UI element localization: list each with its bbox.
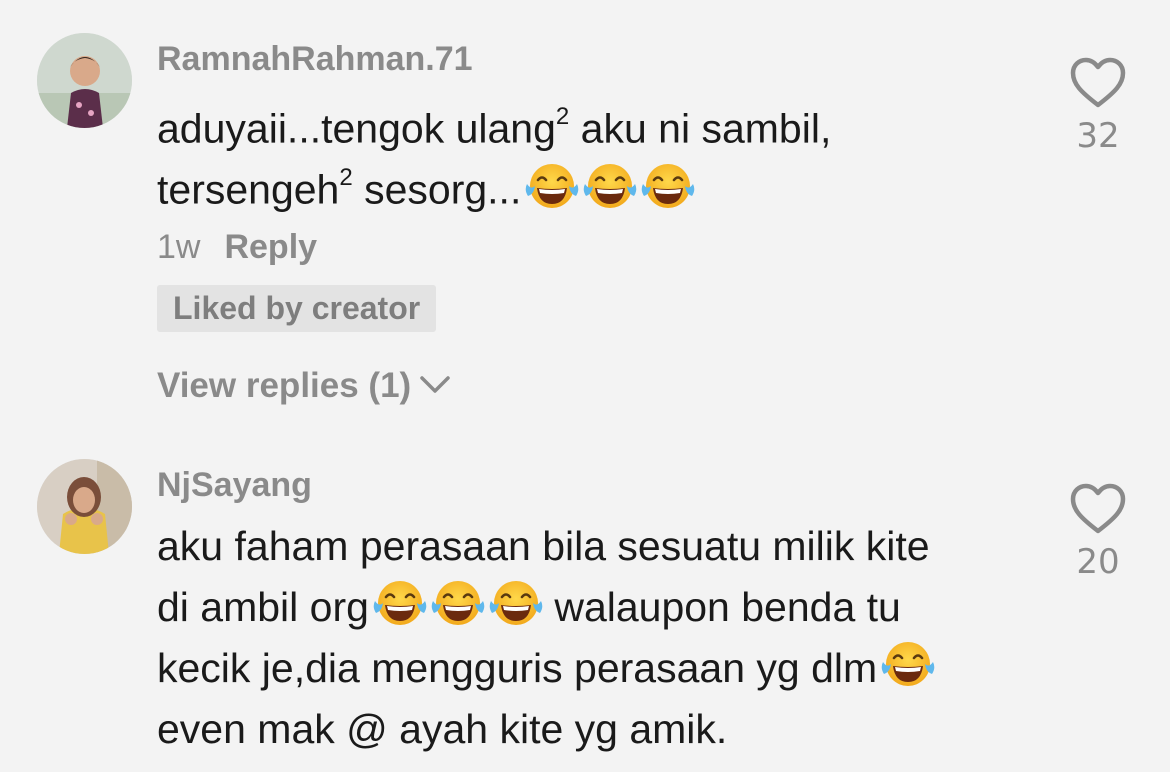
superscript: 2	[555, 103, 570, 130]
comment-line: tersengeh2 sesorg...	[157, 151, 1017, 214]
like-control[interactable]: 20	[1066, 482, 1130, 582]
face-with-tears-of-joy-emoji	[583, 160, 637, 214]
comment-time: 1w	[157, 228, 201, 266]
comment-line-text: aku ni sambil,	[569, 105, 832, 152]
like-control[interactable]: 32	[1066, 56, 1130, 156]
comment-text: aduyaii...tengok ulang2 aku ni sambil, t…	[157, 90, 1017, 214]
comment-username[interactable]: RamnahRahman.71	[157, 40, 473, 79]
comment-line-text: aku faham perasaan bila sesuatu milik ki…	[157, 523, 930, 569]
chevron-down-icon	[420, 376, 450, 393]
avatar[interactable]	[37, 459, 132, 554]
comment-line: kecik je,dia mengguris perasaan yg dlm	[157, 638, 1017, 699]
liked-by-creator-badge: Liked by creator	[157, 285, 437, 332]
face-with-tears-of-joy-emoji	[525, 160, 579, 214]
face-with-tears-of-joy-emoji	[489, 577, 543, 631]
heart-outline-icon[interactable]	[1069, 56, 1127, 110]
like-count: 20	[1076, 542, 1120, 582]
comment-line: aduyaii...tengok ulang2 aku ni sambil,	[157, 90, 1017, 152]
avatar[interactable]	[37, 33, 132, 128]
comment-line: even mak @ ayah kite yg amik.	[157, 699, 1017, 760]
comment-meta: 1w Reply	[157, 228, 317, 267]
comment-line-text: aduyaii...tengok ulang	[157, 105, 556, 152]
comment-line-text: kecik je,dia mengguris perasaan yg dlm	[157, 645, 878, 691]
like-count: 32	[1076, 116, 1120, 156]
view-replies-label: View replies (1)	[157, 366, 412, 405]
comment-line-text: walaupon benda tu	[542, 584, 901, 630]
comment-text: aku faham perasaan bila sesuatu milik ki…	[157, 516, 1017, 760]
face-with-tears-of-joy-emoji	[881, 638, 935, 692]
comment-line-text: di ambil org	[157, 584, 369, 630]
comment-line-text: even mak @ ayah kite yg amik.	[157, 706, 728, 752]
comment-line-text: tersengeh	[157, 166, 340, 213]
face-with-tears-of-joy-emoji	[373, 577, 427, 631]
heart-outline-icon[interactable]	[1069, 482, 1127, 536]
comment-line-text: sesorg...	[352, 166, 522, 213]
face-with-tears-of-joy-emoji	[641, 160, 695, 214]
face-with-tears-of-joy-emoji	[431, 577, 485, 631]
comment-line: aku faham perasaan bila sesuatu milik ki…	[157, 516, 1017, 577]
superscript: 2	[339, 164, 353, 191]
reply-button[interactable]: Reply	[224, 228, 317, 266]
comment-line: di ambil org walaupon benda tu	[157, 577, 1017, 638]
comment-username[interactable]: NjSayang	[157, 466, 312, 505]
view-replies-button[interactable]: View replies (1)	[157, 366, 451, 406]
